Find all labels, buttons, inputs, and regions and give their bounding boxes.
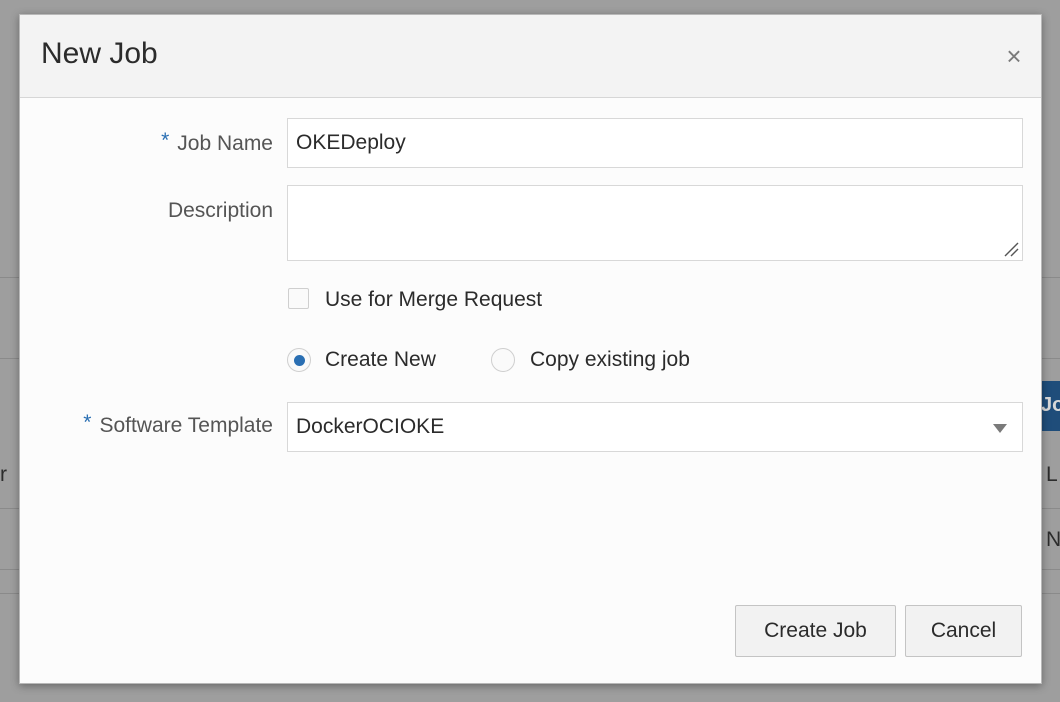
create-new-label: Create New (325, 348, 436, 371)
dialog-title: New Job (41, 37, 158, 70)
software-template-value: DockerOCIOKE (296, 415, 445, 438)
merge-request-checkbox[interactable] (288, 288, 309, 309)
bg-text-fragment: r (0, 463, 7, 486)
job-name-label: * Job Name (161, 129, 273, 156)
required-asterisk: * (83, 411, 92, 434)
close-icon[interactable]: × (1003, 43, 1025, 69)
job-name-input[interactable] (287, 118, 1023, 168)
copy-existing-radio[interactable] (491, 348, 515, 372)
create-job-button[interactable]: Create Job (735, 605, 896, 657)
software-template-label-text: Software Template (99, 414, 273, 437)
chevron-down-icon (993, 424, 1007, 433)
dialog-header: New Job × (20, 15, 1041, 98)
new-job-dialog: New Job × * Job Name Description Use for … (19, 14, 1042, 684)
copy-existing-label: Copy existing job (530, 348, 690, 371)
description-textarea[interactable] (287, 185, 1023, 261)
bg-text-fragment: N (1046, 528, 1060, 551)
resize-grip-icon[interactable] (1001, 241, 1019, 257)
cancel-button[interactable]: Cancel (905, 605, 1022, 657)
bg-text-fragment: L (1046, 463, 1058, 486)
software-template-label: * Software Template (83, 411, 273, 438)
description-label: Description (167, 199, 273, 222)
create-new-radio[interactable] (287, 348, 311, 372)
merge-request-label: Use for Merge Request (325, 288, 543, 311)
software-template-select[interactable]: DockerOCIOKE (287, 402, 1023, 452)
job-name-label-text: Job Name (177, 132, 273, 155)
required-asterisk: * (161, 129, 170, 152)
